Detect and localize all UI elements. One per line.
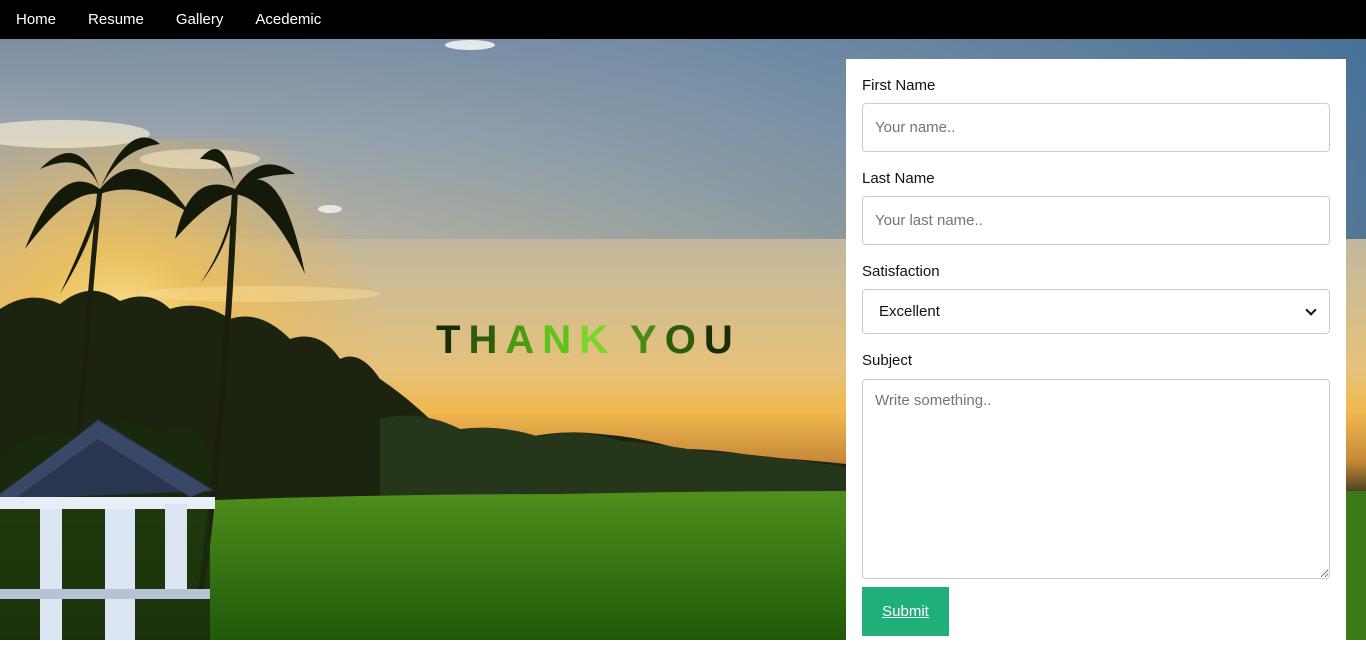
nav-resume-link[interactable]: Resume (72, 0, 160, 39)
headline-letter: N (542, 318, 580, 362)
chevron-down-icon (1305, 303, 1317, 316)
thank-you-headline: THANK YOU (436, 318, 741, 363)
headline-letter: K (579, 318, 616, 362)
nav-home-link[interactable]: Home (0, 0, 72, 39)
satisfaction-selected-value: Excellent (879, 303, 940, 320)
last-name-input[interactable] (862, 196, 1330, 245)
top-navbar: Home Resume Gallery Acedemic (0, 0, 1366, 39)
nav-academic-link[interactable]: Acedemic (239, 0, 337, 39)
headline-letter: T (436, 318, 469, 362)
first-name-input[interactable] (862, 103, 1330, 152)
subject-label: Subject (862, 352, 913, 369)
last-name-label: Last Name (862, 170, 935, 187)
headline-letter: H (468, 318, 506, 362)
satisfaction-select[interactable]: Excellent (862, 289, 1330, 334)
first-name-label: First Name (862, 77, 936, 94)
headline-letter: A (505, 318, 543, 362)
submit-button[interactable]: Submit (862, 587, 949, 636)
headline-letter: Y (630, 318, 665, 362)
headline-letter: U (703, 318, 741, 362)
nav-gallery-link[interactable]: Gallery (160, 0, 240, 39)
satisfaction-label: Satisfaction (862, 263, 940, 280)
headline-letter: O (664, 318, 704, 362)
subject-textarea[interactable] (862, 379, 1330, 579)
contact-form: First Name Last Name Satisfaction Excell… (846, 59, 1346, 649)
